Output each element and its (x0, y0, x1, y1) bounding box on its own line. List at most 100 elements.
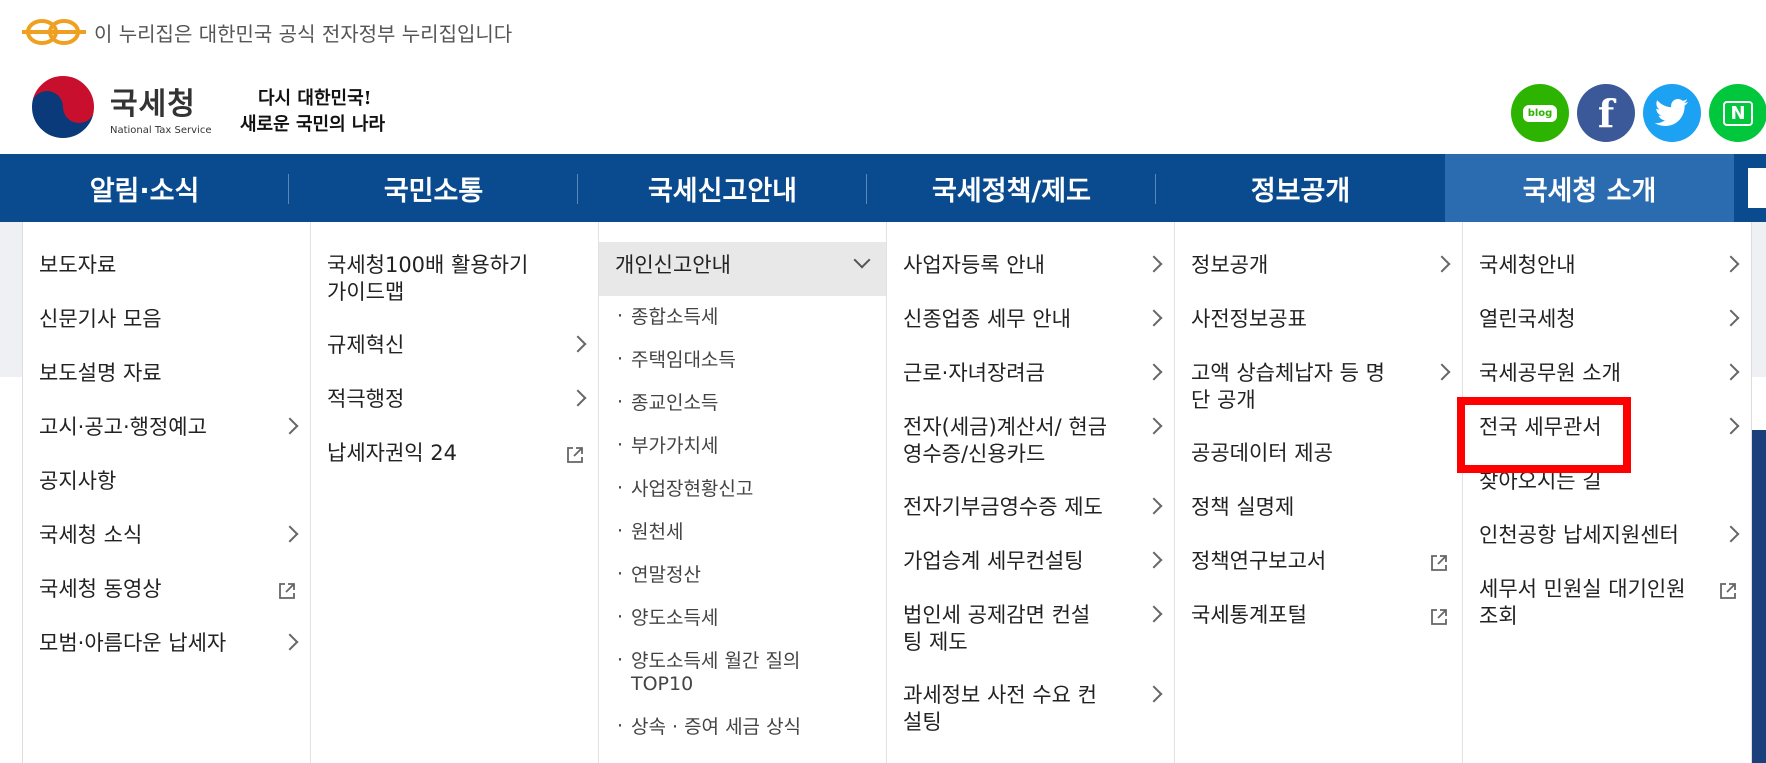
external-link-icon (1720, 583, 1736, 599)
chevron-right-icon (1145, 605, 1163, 623)
menu-column-communication: 국세청100배 활용하기 가이드맵 규제혁신 적극행정 납세자권익 24 (311, 222, 599, 763)
submenu-item[interactable]: 종합소득세 (599, 302, 886, 345)
menu-item[interactable]: 국세청 동영상 (23, 566, 310, 620)
menu-item[interactable]: 적극행정 (311, 376, 598, 430)
menu-item[interactable]: 인천공항 납세지원센터 (1463, 512, 1751, 566)
menu-item[interactable]: 국세청 소식 (23, 512, 310, 566)
egov-logo-icon (22, 19, 86, 45)
background-banner-edge (1752, 430, 1766, 763)
nav-label: 국세정책/제도 (932, 175, 1091, 207)
menu-item[interactable]: 보도자료 (23, 242, 310, 296)
menu-column-tax-policy: 사업자등록 안내 신종업종 세무 안내 근로·자녀장려금 전자(세금)계산서/ … (887, 222, 1175, 763)
submenu-item[interactable]: 부가가치세 (599, 431, 886, 474)
nav-info-disclosure[interactable]: 정보공개 (1156, 154, 1445, 222)
chevron-right-icon (281, 417, 299, 435)
blog-button[interactable]: blog (1511, 84, 1569, 142)
external-link-icon (279, 583, 295, 599)
nav-label: 국세청 소개 (1522, 175, 1657, 207)
submenu-item[interactable]: 종교인소득 (599, 388, 886, 431)
menu-item[interactable]: 납세자권익 24 (311, 430, 598, 484)
menu-item[interactable]: 열린국세청 (1463, 296, 1751, 350)
logo-name-en: National Tax Service (110, 124, 212, 136)
menu-item[interactable]: 전자기부금영수증 제도 (887, 484, 1174, 538)
nav-notice[interactable]: 알림·소식 (0, 154, 289, 222)
chevron-right-icon (1145, 255, 1163, 273)
slogan-calligraphy: 다시 대한민국! 새로운 국민의 나라 (240, 88, 385, 135)
chevron-right-icon (1722, 525, 1740, 543)
menu-item[interactable]: 신문기사 모음 (23, 296, 310, 350)
chevron-right-icon (1722, 417, 1740, 435)
chevron-right-icon (281, 633, 299, 651)
mega-menu: 보도자료 신문기사 모음 보도설명 자료 고시·공고·행정예고 공지사항 국세청… (22, 222, 1752, 763)
chevron-right-icon (1145, 685, 1163, 703)
naver-post-button[interactable]: N (1709, 84, 1766, 142)
nav-label: 국세신고안내 (647, 175, 798, 207)
nav-communication[interactable]: 국민소통 (289, 154, 578, 222)
submenu-item[interactable]: 원천세 (599, 517, 886, 560)
external-link-icon (1431, 609, 1447, 625)
nav-label: 알림·소식 (89, 175, 200, 207)
menu-item[interactable]: 공공데이터 제공 (1175, 430, 1462, 484)
submenu-item[interactable]: 상속 · 증여 세금 상식 (599, 712, 886, 755)
sns-links: blog f N (1511, 84, 1766, 142)
chevron-right-icon (1145, 551, 1163, 569)
twitter-icon (1655, 99, 1688, 126)
menu-column-notice: 보도자료 신문기사 모음 보도설명 자료 고시·공고·행정예고 공지사항 국세청… (23, 222, 311, 763)
menu-item[interactable]: 가업승계 세무컨설팅 (887, 538, 1174, 592)
menu-item[interactable]: 국세청안내 (1463, 242, 1751, 296)
facebook-button[interactable]: f (1577, 84, 1635, 142)
menu-item[interactable]: 찾아오시는 길 (1463, 458, 1751, 512)
menu-item[interactable]: 고액 상습체납자 등 명단 공개 (1175, 350, 1462, 430)
chevron-right-icon (1145, 417, 1163, 435)
menu-item[interactable]: 전자(세금)계산서/ 현금영수증/신용카드 (887, 404, 1174, 484)
submenu-item[interactable]: 주택임대소득 (599, 345, 886, 388)
chevron-right-icon (1722, 255, 1740, 273)
nav-tail (1734, 154, 1766, 222)
menu-item[interactable]: 정책연구보고서 (1175, 538, 1462, 592)
chevron-right-icon (1145, 497, 1163, 515)
submenu-item[interactable]: 양도소득세 (599, 603, 886, 646)
gov-banner: 이 누리집은 대한민국 공식 전자정부 누리집입니다 (0, 0, 1766, 64)
facebook-icon: f (1597, 90, 1615, 136)
menu-item[interactable]: 공지사항 (23, 458, 310, 512)
chevron-right-icon (1722, 309, 1740, 327)
menu-item[interactable]: 보도설명 자료 (23, 350, 310, 404)
external-link-icon (1431, 555, 1447, 571)
chevron-right-icon (1433, 255, 1451, 273)
menu-item[interactable]: 모범·아름다운 납세자 (23, 620, 310, 674)
nav-tax-filing[interactable]: 국세신고안내 (578, 154, 867, 222)
menu-item[interactable]: 고시·공고·행정예고 (23, 404, 310, 458)
submenu-item[interactable]: 양도소득세 월간 질의 TOP10 (599, 646, 886, 712)
logo-name-ko: 국세청 (110, 86, 196, 122)
nav-tax-policy[interactable]: 국세정책/제도 (867, 154, 1156, 222)
naver-post-icon: N (1723, 100, 1753, 126)
menu-item[interactable]: 정보공개 (1175, 242, 1462, 296)
chevron-right-icon (1433, 363, 1451, 381)
external-link-icon (567, 447, 583, 463)
menu-item[interactable]: 국세통계포털 (1175, 592, 1462, 646)
slogan-line2: 새로운 국민의 나라 (240, 114, 385, 135)
menu-item[interactable]: 세무서 민원실 대기인원조회 (1463, 566, 1751, 646)
menu-item[interactable]: 근로·자녀장려금 (887, 350, 1174, 404)
blog-icon: blog (1522, 104, 1558, 122)
submenu-item[interactable]: 사업장현황신고 (599, 474, 886, 517)
nts-logo[interactable]: 국세청 National Tax Service (28, 72, 211, 142)
menu-item[interactable]: 과세정보 사전 수요 컨설팅 (887, 672, 1174, 752)
menu-item[interactable]: 정책 실명제 (1175, 484, 1462, 538)
menu-item-open[interactable]: 개인신고안내 (599, 242, 886, 296)
submenu-item[interactable]: 연말정산 (599, 560, 886, 603)
chevron-right-icon (1145, 363, 1163, 381)
menu-item[interactable]: 국세공무원 소개 (1463, 350, 1751, 404)
menu-item[interactable]: 법인세 공제감면 컨설팅 제도 (887, 592, 1174, 672)
menu-item[interactable]: 규제혁신 (311, 322, 598, 376)
menu-item[interactable]: 사업자등록 안내 (887, 242, 1174, 296)
menu-item[interactable]: 사전정보공표 (1175, 296, 1462, 350)
menu-item-national-tax-offices[interactable]: 전국 세무관서 (1463, 404, 1751, 458)
menu-column-info-disclosure: 정보공개 사전정보공표 고액 상습체납자 등 명단 공개 공공데이터 제공 정책… (1175, 222, 1463, 763)
menu-item[interactable]: 국세청100배 활용하기 가이드맵 (311, 242, 598, 322)
slogan-line1: 다시 대한민국! (258, 88, 372, 109)
menu-item[interactable]: 신종업종 세무 안내 (887, 296, 1174, 350)
twitter-button[interactable] (1643, 84, 1701, 142)
taegeuk-logo-icon (30, 74, 96, 140)
nav-about-nts[interactable]: 국세청 소개 (1445, 154, 1734, 222)
